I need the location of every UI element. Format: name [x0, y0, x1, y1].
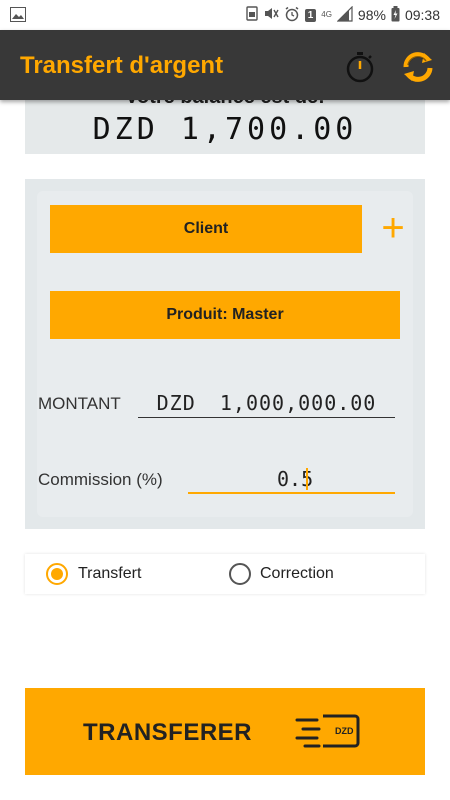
radio-correction[interactable]: [229, 563, 251, 585]
timer-icon[interactable]: [343, 50, 377, 89]
transferer-label: TRANSFERER: [83, 719, 253, 746]
radio-transfert[interactable]: [46, 563, 68, 585]
text-cursor: [306, 468, 308, 490]
radio-correction-label[interactable]: Correction: [260, 565, 334, 583]
transfer-icon-text: DZD: [335, 726, 354, 736]
produit-button[interactable]: Produit: Master: [50, 291, 400, 339]
transferer-button[interactable]: TRANSFERER DZD: [25, 688, 425, 775]
montant-value: 1,000,000.00: [219, 391, 377, 415]
battery-percent: 98%: [357, 7, 386, 23]
app-bar: Transfert d'argent: [0, 30, 450, 100]
storage-icon: [245, 6, 258, 24]
balance-card: Votre balance est de: DZD 1,700.00: [25, 100, 425, 154]
fast-transfer-icon: DZD: [295, 710, 361, 755]
client-button[interactable]: Client: [50, 205, 362, 253]
mute-icon: [263, 6, 279, 24]
montant-currency: DZD: [156, 391, 196, 415]
signal-icon: [336, 5, 353, 25]
balance-label: Votre balance est de:: [25, 100, 425, 109]
page-title: Transfert d'argent: [20, 52, 224, 79]
status-bar: 1 4G 98% 09:38: [0, 0, 450, 30]
battery-icon: [391, 5, 400, 25]
gallery-icon: [10, 7, 26, 27]
network-type: 4G: [321, 10, 332, 19]
balance-value: DZD 1,700.00: [92, 112, 358, 147]
add-client-icon[interactable]: +: [377, 208, 409, 248]
refresh-icon[interactable]: [398, 47, 438, 92]
notification-badge: 1: [304, 8, 317, 22]
clock: 09:38: [404, 7, 440, 23]
montant-input[interactable]: DZD 1,000,000.00: [138, 388, 395, 418]
commission-input[interactable]: 0.5: [188, 466, 395, 494]
montant-label: MONTANT: [38, 394, 121, 413]
commission-label: Commission (%): [38, 470, 163, 489]
radio-transfert-label[interactable]: Transfert: [78, 565, 141, 583]
transfer-type-group: Transfert Correction: [25, 554, 425, 594]
alarm-icon: [284, 6, 300, 25]
